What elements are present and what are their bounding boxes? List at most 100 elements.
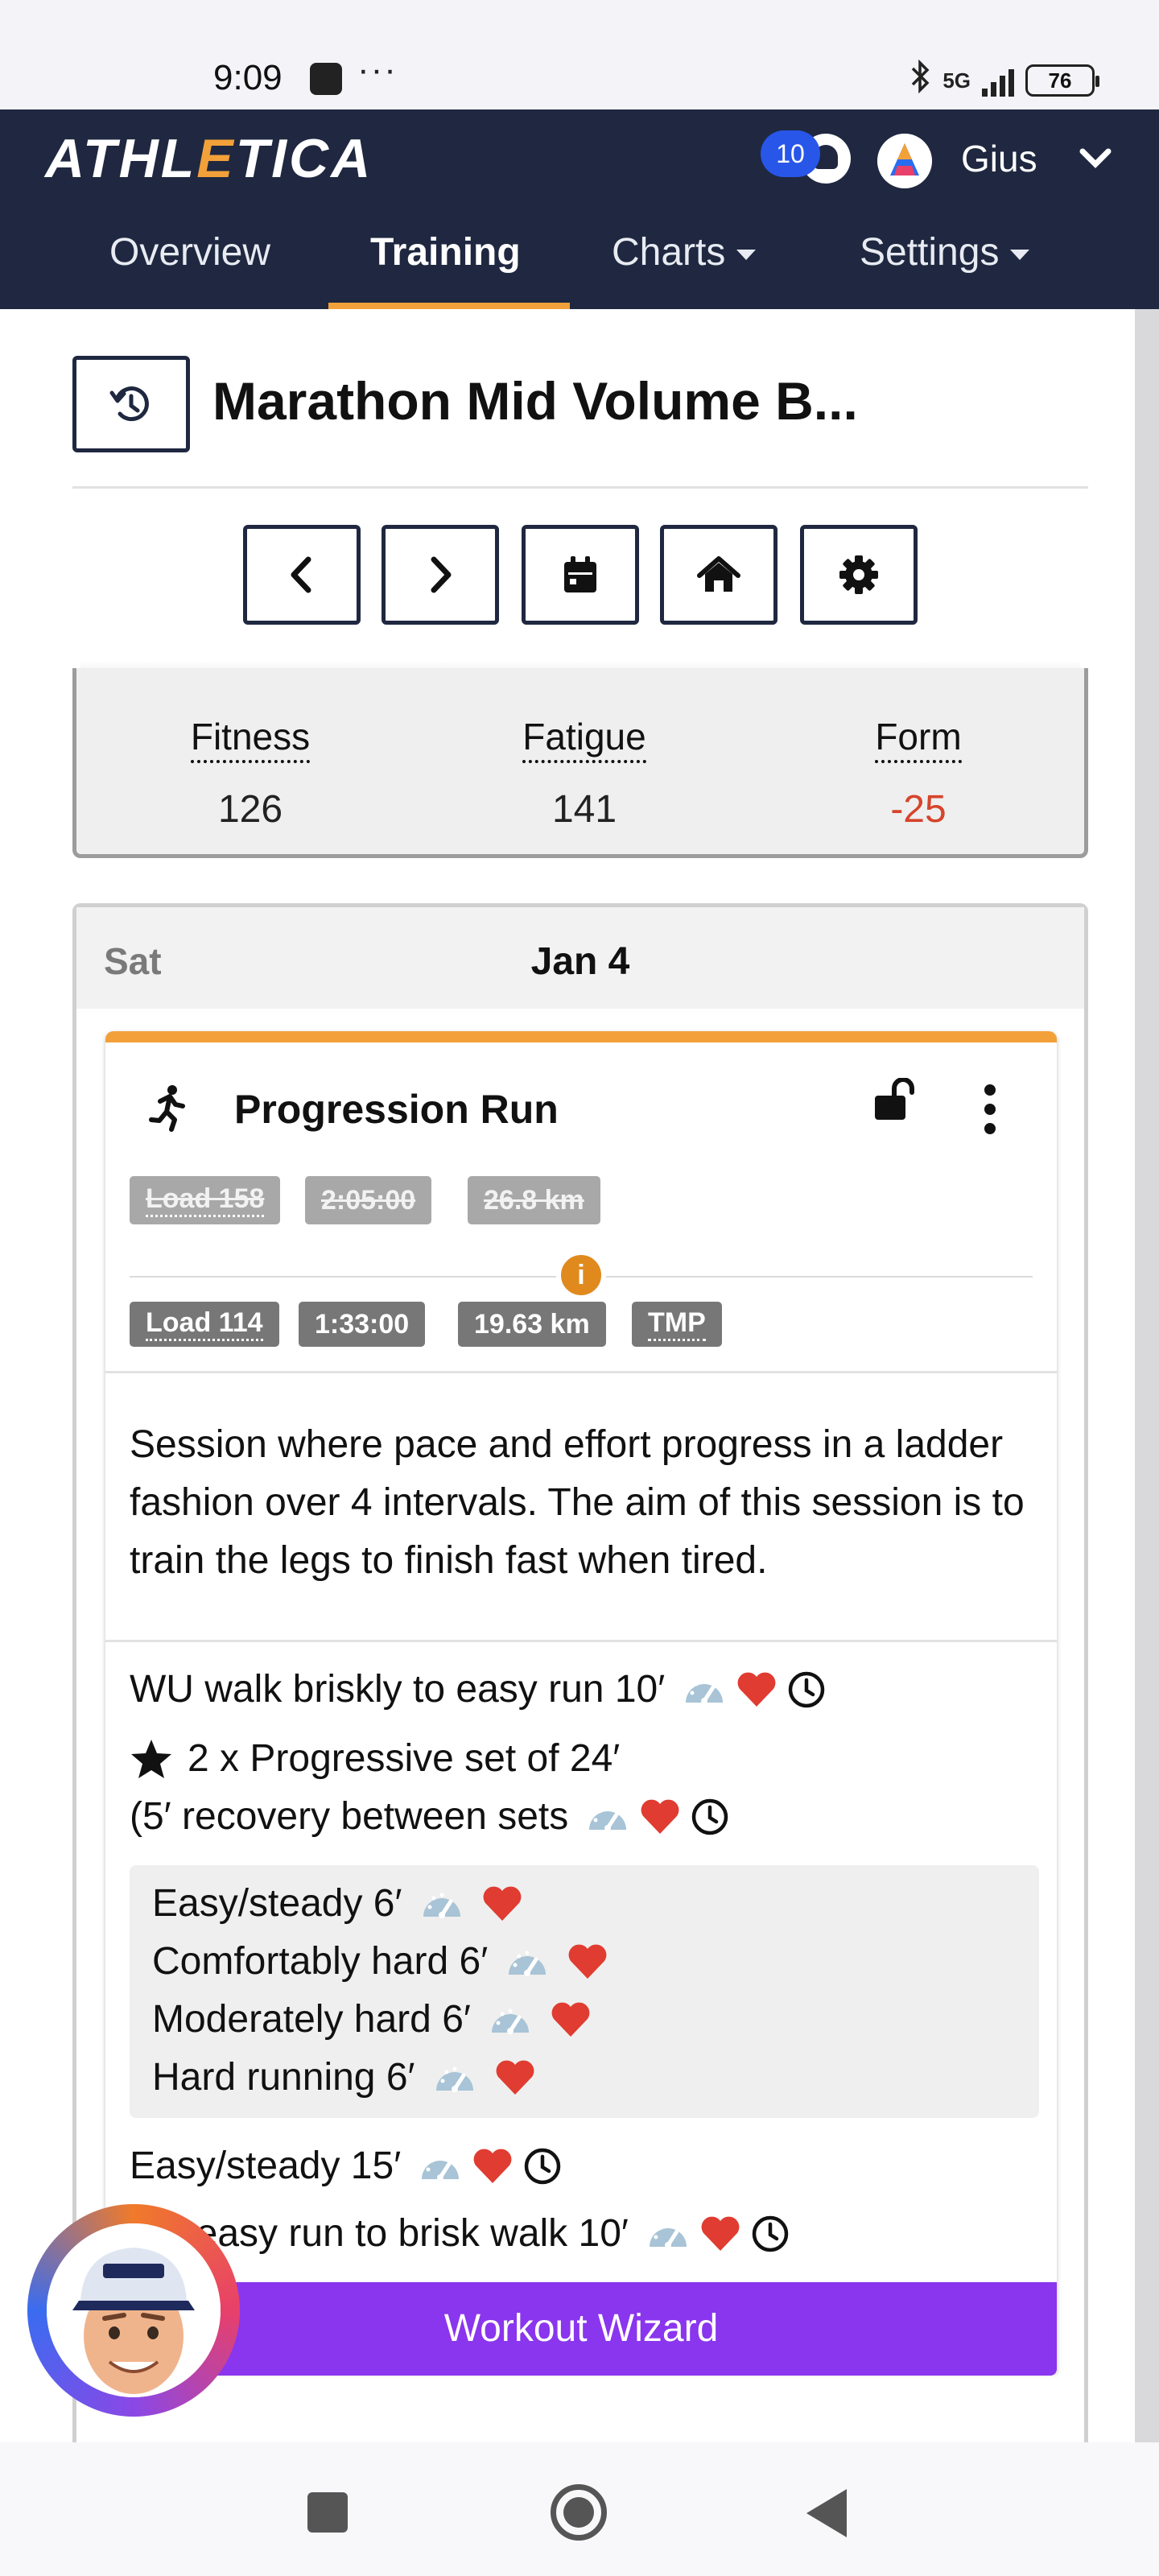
- chevron-down-icon[interactable]: [1079, 145, 1112, 171]
- settings-button[interactable]: [800, 525, 918, 625]
- pace-gauge-icon[interactable]: [586, 1801, 629, 1833]
- pace-gauge-icon[interactable]: [433, 2062, 476, 2094]
- more-notifications-icon: ···: [357, 50, 398, 89]
- stat-label[interactable]: Fitness: [190, 715, 311, 763]
- heart-rate-icon[interactable]: [639, 1798, 681, 1835]
- recent-apps-button[interactable]: [307, 2492, 348, 2533]
- home-button[interactable]: [660, 525, 777, 625]
- step-text: Easy/steady 6′: [152, 1882, 402, 1925]
- network-type: 5G: [942, 68, 971, 93]
- set-step: Comfortably hard 6′: [152, 1939, 608, 1984]
- page-title: Marathon Mid Volume B...: [212, 371, 858, 431]
- actual-duration-badge: 1:33:00: [299, 1302, 426, 1347]
- step-easy: Easy/steady 15′: [130, 2144, 562, 2188]
- workout-card[interactable]: Progression Run Load 158 2:05:00 26.8 km…: [105, 1031, 1057, 2376]
- heart-rate-icon[interactable]: [472, 2148, 514, 2185]
- pace-gauge-icon[interactable]: [683, 1674, 726, 1706]
- stat-value: 126: [217, 788, 283, 831]
- main-tabs: Overview Training Charts Settings: [0, 200, 1159, 309]
- tag-badge[interactable]: TMP: [632, 1302, 722, 1347]
- stat-label[interactable]: Fatigue: [522, 715, 646, 763]
- athletica-logo[interactable]: ATHLETICA: [45, 127, 373, 190]
- heart-rate-icon[interactable]: [567, 1943, 608, 1980]
- fitness-stats: Fitness 126 Fatigue 141 Form -25: [72, 668, 1088, 858]
- bluetooth-icon: [910, 59, 931, 101]
- pace-gauge-icon[interactable]: [419, 2150, 462, 2182]
- history-button[interactable]: [72, 356, 190, 452]
- tab-settings[interactable]: Settings: [860, 230, 1030, 275]
- home-nav-button[interactable]: [551, 2484, 607, 2541]
- set-step: Hard running 6′: [152, 2055, 536, 2099]
- stat-value: 141: [551, 788, 617, 831]
- divider: [72, 486, 1088, 489]
- chevron-left-icon: [291, 556, 311, 593]
- stat-form: Form -25: [798, 715, 1039, 832]
- pace-gauge-icon[interactable]: [646, 2218, 690, 2250]
- clock-icon[interactable]: [751, 2215, 790, 2253]
- avatar[interactable]: [877, 134, 932, 188]
- pace-gauge-icon[interactable]: [420, 1888, 464, 1920]
- day-card: Sat Jan 4 Progression Run Load 158 2:05:…: [72, 903, 1088, 2449]
- progressive-set-box: Easy/steady 6′ Comfortably hard 6′ Moder…: [130, 1865, 1039, 2118]
- tab-charts[interactable]: Charts: [612, 230, 757, 275]
- active-tab-indicator: [328, 303, 570, 309]
- more-options-icon[interactable]: [984, 1084, 997, 1134]
- step-text: Easy/steady 15′: [130, 2145, 402, 2187]
- heart-rate-icon[interactable]: [736, 1671, 777, 1708]
- heart-rate-icon[interactable]: [494, 2059, 536, 2096]
- planned-load: Load 158: [146, 1183, 265, 1217]
- ai-coach-button[interactable]: [27, 2204, 240, 2417]
- step-warmup: WU walk briskly to easy run 10′: [130, 1667, 826, 1711]
- previous-week-button[interactable]: [243, 525, 361, 625]
- running-icon: [147, 1084, 189, 1133]
- set-step: Moderately hard 6′: [152, 1997, 592, 2041]
- tab-overview[interactable]: Overview: [109, 230, 270, 275]
- clock-icon[interactable]: [523, 2147, 562, 2186]
- calendar-button[interactable]: [522, 525, 639, 625]
- step-text: Moderately hard 6′: [152, 1998, 471, 2041]
- planned-load-badge: Load 158: [130, 1176, 281, 1224]
- actual-load: Load 114: [146, 1307, 263, 1341]
- workout-wizard-button[interactable]: Workout Wizard: [105, 2282, 1057, 2376]
- actual-load-badge[interactable]: Load 114: [130, 1302, 279, 1347]
- pace-gauge-icon[interactable]: [489, 2004, 532, 2036]
- workout-title[interactable]: Progression Run: [234, 1086, 559, 1133]
- step-text: (5′ recovery between sets: [130, 1795, 569, 1838]
- username[interactable]: Gius: [961, 137, 1037, 180]
- step-main-set: 2 x Progressive set of 24′: [130, 1736, 620, 1781]
- back-button[interactable]: [806, 2489, 847, 2537]
- caret-down-icon: [736, 249, 757, 260]
- day-header: Sat Jan 4: [76, 907, 1084, 1009]
- status-bar: 9:09 ··· 5G 76: [0, 0, 1159, 109]
- battery-icon: 76: [1025, 64, 1099, 97]
- step-text: Hard running 6′: [152, 2056, 415, 2099]
- step-text: 2 x Progressive set of 24′: [188, 1737, 621, 1780]
- planned-distance-badge: 26.8 km: [468, 1176, 600, 1224]
- tab-charts-label: Charts: [612, 231, 726, 274]
- day-date: Jan 4: [530, 940, 630, 983]
- heart-rate-icon[interactable]: [550, 2001, 592, 2038]
- pace-gauge-icon[interactable]: [505, 1946, 549, 1978]
- gear-icon: [839, 555, 878, 594]
- actual-distance-badge: 19.63 km: [458, 1302, 606, 1347]
- app-notification-icon: [310, 63, 342, 95]
- info-icon[interactable]: i: [556, 1250, 606, 1300]
- stat-fitness: Fitness 126: [130, 715, 371, 832]
- chevron-right-icon: [431, 556, 452, 593]
- system-navigation-bar: [0, 2442, 1159, 2576]
- divider: [105, 1371, 1057, 1373]
- scroll-edge: [1135, 309, 1159, 2442]
- unlock-icon[interactable]: [872, 1077, 920, 1126]
- app-header: ATHLETICA 10 Gius: [0, 109, 1159, 200]
- coach-avatar: [47, 2223, 221, 2397]
- planned-duration-badge: 2:05:00: [305, 1176, 432, 1224]
- clock-icon[interactable]: [691, 1798, 729, 1836]
- heart-rate-icon[interactable]: [481, 1885, 523, 1922]
- stat-label[interactable]: Form: [875, 715, 962, 763]
- status-time: 9:09: [213, 58, 283, 97]
- notifications[interactable]: 10: [761, 130, 857, 184]
- clock-icon[interactable]: [787, 1670, 826, 1709]
- tab-training[interactable]: Training: [370, 230, 521, 275]
- next-week-button[interactable]: [382, 525, 499, 625]
- heart-rate-icon[interactable]: [699, 2215, 741, 2252]
